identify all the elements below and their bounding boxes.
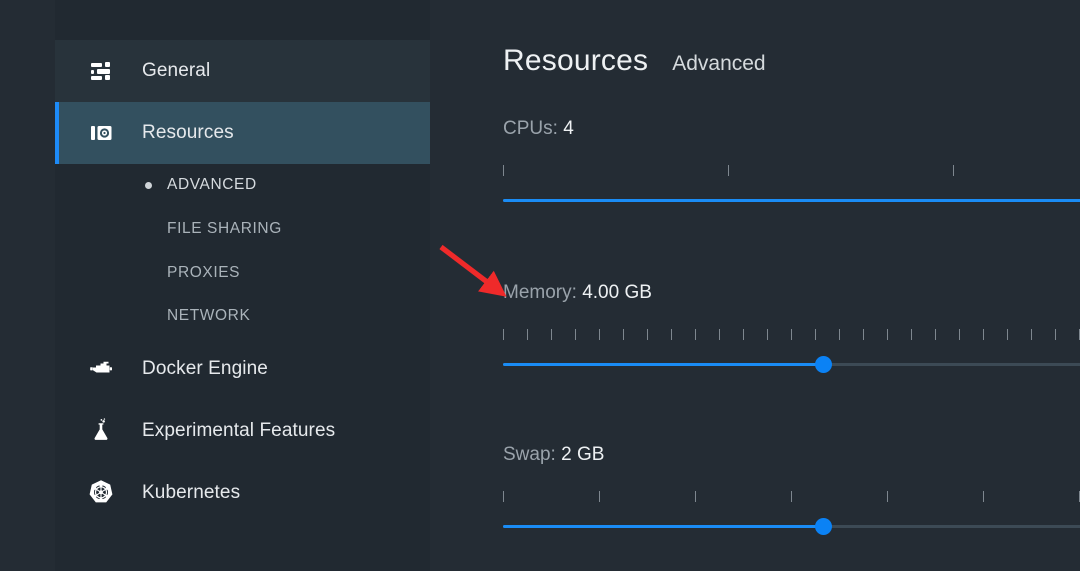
sidebar-item-label-resources: Resources <box>142 122 234 144</box>
settings-sidebar: General Resources ADVANCED FILE SHARING <box>55 0 430 571</box>
slider-tick <box>935 329 936 340</box>
swap-slider-thumb[interactable] <box>815 518 832 535</box>
memory-slider-thumb[interactable] <box>815 356 832 373</box>
sidebar-item-label-docker-engine: Docker Engine <box>142 358 268 380</box>
sidebar-item-label-general: General <box>142 60 210 82</box>
engine-icon <box>86 354 116 384</box>
slider-tick <box>527 329 528 340</box>
sidebar-item-kubernetes[interactable]: Kubernetes <box>55 462 430 524</box>
swap-label-prefix: Swap: <box>503 444 556 465</box>
slider-tick <box>503 329 504 340</box>
slider-tick <box>551 329 552 340</box>
sidebar-item-label-experimental-features: Experimental Features <box>142 420 335 442</box>
swap-slider-fill <box>503 525 823 528</box>
cpus-slider-fill <box>503 199 1080 202</box>
cpus-slider-label: CPUs: 4 <box>503 118 1080 140</box>
slider-tick <box>599 329 600 340</box>
sliders-icon <box>86 56 116 86</box>
slider-tick <box>911 329 912 340</box>
sidebar-item-resources[interactable]: Resources <box>55 102 430 164</box>
swap-slider-group: Swap: 2 GB <box>503 444 1080 538</box>
cpus-value: 4 <box>563 118 574 139</box>
slider-tick <box>647 329 648 340</box>
slider-tick <box>503 165 504 176</box>
page-title: Resources <box>503 44 648 78</box>
slider-tick <box>599 491 600 502</box>
slider-tick <box>791 491 792 502</box>
slider-tick <box>887 329 888 340</box>
slider-tick <box>503 491 504 502</box>
sidebar-subitem-proxies[interactable]: PROXIES <box>55 251 430 295</box>
swap-slider[interactable] <box>503 516 1080 538</box>
memory-value: 4.00 GB <box>582 282 652 303</box>
disk-icon <box>86 118 116 148</box>
memory-slider[interactable] <box>503 354 1080 376</box>
memory-slider-label: Memory: 4.00 GB <box>503 282 1080 304</box>
slider-tick <box>1007 329 1008 340</box>
sidebar-subitem-network[interactable]: NETWORK <box>55 294 430 338</box>
cpus-slider-ticks <box>503 165 1080 177</box>
settings-main-panel: Resources Advanced CPUs: 4 Memory: 4.00 … <box>430 0 1080 571</box>
swap-slider-ticks <box>503 491 1080 503</box>
slider-tick <box>623 329 624 340</box>
memory-slider-fill <box>503 363 823 366</box>
kubernetes-icon <box>86 478 116 508</box>
slider-tick <box>695 491 696 502</box>
memory-label-prefix: Memory: <box>503 282 577 303</box>
sidebar-subitem-label-network: NETWORK <box>167 307 250 325</box>
slider-tick <box>863 329 864 340</box>
slider-tick <box>953 165 954 176</box>
cpus-slider[interactable] <box>503 190 1080 212</box>
slider-tick <box>575 329 576 340</box>
slider-tick <box>839 329 840 340</box>
slider-tick <box>887 491 888 502</box>
sidebar-subitem-file-sharing[interactable]: FILE SHARING <box>55 207 430 251</box>
sidebar-subitem-label-proxies: PROXIES <box>167 264 240 282</box>
slider-tick <box>728 165 729 176</box>
slider-tick <box>767 329 768 340</box>
bullet-icon <box>145 182 152 189</box>
swap-slider-label: Swap: 2 GB <box>503 444 1080 466</box>
slider-tick <box>959 329 960 340</box>
sidebar-item-experimental-features[interactable]: Experimental Features <box>55 400 430 462</box>
slider-tick <box>743 329 744 340</box>
sidebar-subitem-advanced[interactable]: ADVANCED <box>55 163 430 207</box>
swap-value: 2 GB <box>561 444 604 465</box>
slider-tick <box>719 329 720 340</box>
page-subtitle: Advanced <box>672 52 765 76</box>
sidebar-item-docker-engine[interactable]: Docker Engine <box>55 338 430 400</box>
slider-tick <box>671 329 672 340</box>
cpus-slider-group: CPUs: 4 <box>503 118 1080 212</box>
slider-tick <box>791 329 792 340</box>
slider-tick <box>815 329 816 340</box>
slider-tick <box>983 329 984 340</box>
sidebar-subitem-label-advanced: ADVANCED <box>167 176 257 194</box>
sidebar-subitem-label-file-sharing: FILE SHARING <box>167 220 282 238</box>
slider-tick <box>1031 329 1032 340</box>
page-header: Resources Advanced <box>503 44 766 78</box>
slider-tick <box>1055 329 1056 340</box>
sidebar-item-label-kubernetes: Kubernetes <box>142 482 240 504</box>
docker-desktop-settings-window: General Resources ADVANCED FILE SHARING <box>0 0 1080 571</box>
slider-tick <box>695 329 696 340</box>
memory-slider-group: Memory: 4.00 GB <box>503 282 1080 376</box>
slider-tick <box>983 491 984 502</box>
cpus-label-prefix: CPUs: <box>503 118 558 139</box>
flask-icon <box>86 416 116 446</box>
memory-slider-ticks <box>503 329 1080 341</box>
active-nav-indicator <box>55 102 59 164</box>
sidebar-item-general[interactable]: General <box>55 40 430 102</box>
